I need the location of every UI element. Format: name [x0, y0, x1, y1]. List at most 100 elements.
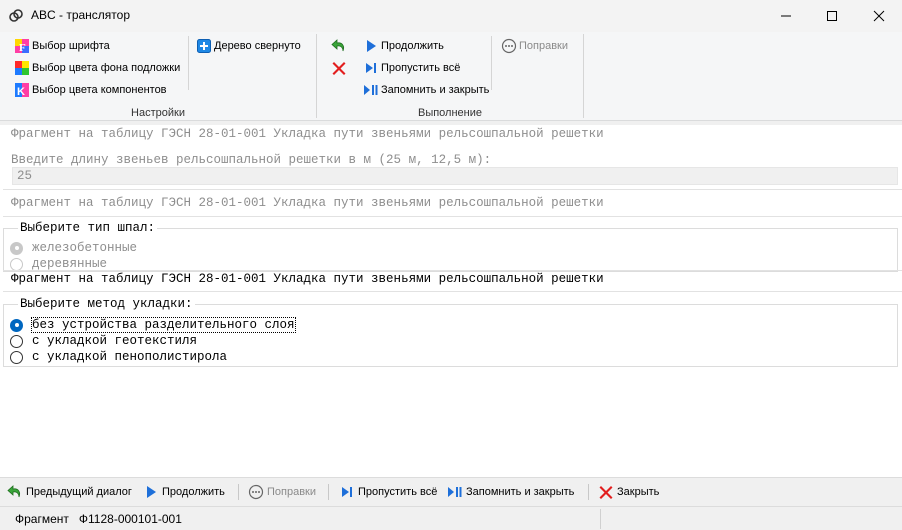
back-arrow-icon — [7, 485, 21, 498]
compcolor-select-button[interactable]: K Выбор цвета компонентов — [14, 80, 167, 99]
tree-collapsed-label: Дерево свернуто — [214, 39, 301, 52]
bgcolor-select-label: Выбор цвета фона подложки — [32, 61, 181, 74]
laying-method-legend: Выберите метод укладки: — [18, 297, 195, 311]
dialog-content: Фрагмент на таблицу ГЭСН 28-01-001 Уклад… — [0, 125, 902, 477]
component-color-icon: K — [15, 82, 29, 98]
window-title: ABC - транслятор — [31, 8, 131, 22]
divider-line — [3, 189, 902, 190]
method-option-no-layer[interactable]: без устройства разделительного слоя — [10, 317, 296, 333]
ribbon-group-separator — [583, 34, 584, 118]
svg-text:K: K — [17, 86, 25, 98]
skip-all-bottom-label: Пропустить всё — [358, 486, 438, 498]
toolbar-separator — [588, 484, 589, 500]
close-window-button[interactable] — [856, 0, 902, 32]
play-pause-icon — [364, 84, 378, 95]
fragment-line: Фрагмент на таблицу ГЭСН 28-01-001 Уклад… — [11, 272, 604, 286]
fixes-bottom-button[interactable]: Поправки — [248, 483, 316, 501]
fixes-label: Поправки — [519, 39, 569, 52]
status-fragment-text: Фрагмент Ф1128-000101-001 — [15, 512, 182, 526]
toolbar-separator — [328, 484, 329, 500]
tree-collapsed-button[interactable]: Дерево свернуто — [196, 36, 301, 55]
status-divider — [600, 509, 601, 529]
radio-button[interactable] — [10, 318, 23, 332]
skip-forward-icon — [342, 487, 352, 497]
ribbon-divider — [491, 36, 492, 90]
bgcolor-select-button[interactable]: Выбор цвета фона подложки — [14, 58, 180, 77]
close-bottom-button[interactable]: Закрыть — [598, 483, 659, 501]
fragment-line: Фрагмент на таблицу ГЭСН 28-01-001 Уклад… — [11, 196, 604, 210]
method-option-polystyrene[interactable]: с укладкой пенополистирола — [10, 350, 227, 364]
save-close-bottom-button[interactable]: Запомнить и закрыть — [447, 483, 574, 501]
font-select-button[interactable]: F Выбор шрифта — [14, 36, 110, 55]
fixes-bottom-label: Поправки — [267, 486, 317, 498]
ribbon-toolbar: F Выбор шрифта Выбор цвета фона подложки… — [0, 32, 902, 121]
expand-tree-icon — [197, 38, 211, 53]
method-option-label: без устройства разделительного слоя — [31, 317, 296, 333]
compcolor-select-label: Выбор цвета компонентов — [32, 83, 167, 96]
settings-group: F Выбор шрифта Выбор цвета фона подложки… — [0, 32, 316, 121]
sleeper-option-label: железобетонные — [32, 241, 138, 255]
method-option-label: с укладкой геотекстиля — [32, 334, 198, 348]
radio-button[interactable] — [10, 241, 23, 255]
fixes-button[interactable]: Поправки — [501, 36, 568, 55]
font-icon: F — [15, 38, 29, 54]
method-option-label: с укладкой пенополистирола — [32, 350, 228, 364]
execution-group: Продолжить Пропустить всё Запомнить и за… — [317, 32, 583, 121]
color-palette-icon — [15, 60, 29, 75]
svg-text:F: F — [19, 42, 26, 54]
close-bottom-label: Закрыть — [617, 486, 660, 498]
minimize-icon — [781, 15, 791, 17]
undo-button[interactable] — [331, 36, 349, 55]
continue-bottom-button[interactable]: Продолжить — [143, 483, 225, 501]
previous-dialog-label: Предыдущий диалог — [26, 486, 132, 498]
save-close-bottom-label: Запомнить и закрыть — [466, 486, 575, 498]
undo-arrow-icon — [331, 38, 345, 51]
bottom-action-bar: Предыдущий диалог Продолжить Поправки Пр… — [0, 477, 902, 505]
continue-label: Продолжить — [381, 39, 444, 52]
toolbar-separator — [238, 484, 239, 500]
execution-group-label: Выполнение — [417, 107, 483, 119]
sleeper-option-label: деревянные — [32, 257, 108, 271]
play-icon — [367, 39, 376, 52]
maximize-icon — [827, 11, 837, 21]
settings-group-label: Настройки — [131, 107, 185, 119]
fragment-line: Фрагмент на таблицу ГЭСН 28-01-001 Уклад… — [11, 127, 604, 141]
save-close-button[interactable]: Запомнить и закрыть — [363, 80, 489, 99]
skip-all-bottom-button[interactable]: Пропустить всё — [339, 483, 437, 501]
cancel-button[interactable] — [331, 58, 349, 77]
sleeper-type-legend: Выберите тип шпал: — [18, 221, 158, 235]
ribbon-divider — [188, 36, 189, 90]
divider-line — [3, 270, 902, 271]
radio-button[interactable] — [10, 257, 23, 271]
length-input[interactable]: 25 — [12, 167, 898, 185]
minimize-button[interactable] — [763, 0, 809, 32]
status-bar: Фрагмент Ф1128-000101-001 — [0, 506, 902, 530]
length-prompt: Введите длину звеньев рельсошпальной реш… — [11, 153, 492, 167]
save-close-label: Запомнить и закрыть — [381, 83, 490, 96]
play-pause-icon — [448, 487, 462, 497]
title-bar: ABC - транслятор — [0, 0, 902, 32]
red-x-icon — [599, 486, 613, 499]
close-icon — [873, 10, 885, 22]
sleeper-option-concrete[interactable]: железобетонные — [10, 241, 137, 255]
method-option-geotextile[interactable]: с укладкой геотекстиля — [10, 334, 197, 348]
sleeper-type-group: Выберите тип шпал: — [3, 221, 898, 272]
skip-all-button[interactable]: Пропустить всё — [363, 58, 460, 77]
maximize-button[interactable] — [809, 0, 855, 32]
skip-all-label: Пропустить всё — [381, 61, 461, 74]
ellipsis-circle-icon — [248, 484, 264, 500]
red-x-icon — [332, 61, 346, 75]
chain-link-icon — [9, 9, 23, 22]
continue-bottom-label: Продолжить — [162, 486, 225, 498]
divider-line — [3, 291, 902, 292]
previous-dialog-button[interactable]: Предыдущий диалог — [7, 483, 132, 501]
sleeper-option-wooden[interactable]: деревянные — [10, 257, 107, 271]
radio-button[interactable] — [10, 350, 23, 364]
font-select-label: Выбор шрифта — [32, 39, 110, 52]
continue-button[interactable]: Продолжить — [363, 36, 444, 55]
skip-forward-icon — [366, 62, 376, 73]
play-icon — [147, 486, 156, 498]
radio-button[interactable] — [10, 334, 23, 348]
ellipsis-circle-icon — [501, 38, 517, 53]
divider-line — [3, 216, 902, 217]
